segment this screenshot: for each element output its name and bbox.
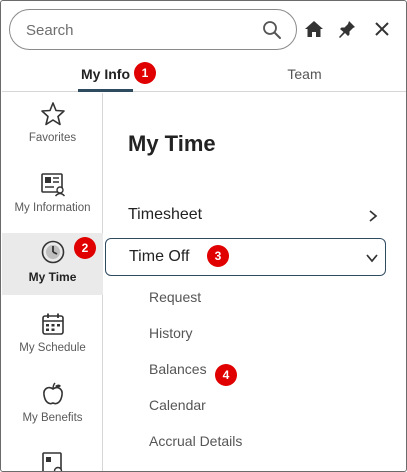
sidebar-item-label: My Schedule — [19, 342, 86, 354]
sidebar-item-label: Favorites — [28, 132, 77, 144]
tab-bar: My Info Team — [2, 57, 406, 92]
callout-badge-2: 2 — [74, 237, 96, 259]
search-box[interactable] — [9, 9, 297, 50]
timesheet-label: Timesheet — [128, 206, 203, 223]
chevron-down-icon — [366, 254, 378, 263]
sidebar-item-label: My Information — [14, 202, 91, 214]
time-off-label: Time Off — [129, 248, 190, 265]
clock-icon — [41, 240, 65, 264]
callout-badge-3: 3 — [207, 245, 229, 267]
callout-badge-1: 1 — [134, 62, 156, 84]
tab-my-info[interactable]: My Info — [78, 57, 133, 92]
submenu-item-accrual-details[interactable]: Accrual Details — [149, 433, 242, 449]
star-icon — [41, 102, 65, 126]
id-card-icon — [41, 173, 66, 197]
tab-team[interactable]: Team — [277, 57, 332, 92]
sidebar-item-label: My Benefits — [22, 412, 83, 424]
callout-badge-4: 4 — [215, 364, 237, 386]
timesheet-row[interactable]: Timesheet — [105, 197, 386, 235]
apple-icon — [43, 382, 63, 405]
sidebar-item-label: My Time — [28, 270, 77, 284]
home-icon[interactable] — [304, 19, 324, 39]
menu-panel: My Info Team 1 Favorites My Information — [0, 0, 407, 472]
search-input[interactable] — [26, 19, 256, 41]
sidebar-item-favorites[interactable]: Favorites — [2, 95, 103, 157]
time-off-row[interactable]: Time Off — [105, 238, 386, 276]
search-icon[interactable] — [262, 20, 282, 40]
chevron-right-icon — [369, 210, 378, 222]
close-icon[interactable] — [372, 19, 392, 39]
sidebar-item-my-benefits[interactable]: My Benefits — [2, 375, 103, 437]
document-icon — [42, 452, 63, 471]
sidebar-item-my-schedule[interactable]: My Schedule — [2, 305, 103, 367]
submenu-item-history[interactable]: History — [149, 325, 193, 341]
submenu-item-balances[interactable]: Balances — [149, 361, 207, 377]
sidebar: Favorites My Information My Time My Sche… — [2, 93, 103, 471]
page-title: My Time — [128, 131, 216, 156]
calendar-icon — [42, 313, 64, 335]
sidebar-item-my-information[interactable]: My Information — [2, 165, 103, 227]
submenu-item-request[interactable]: Request — [149, 289, 201, 305]
pin-icon[interactable] — [337, 19, 357, 39]
submenu-item-calendar[interactable]: Calendar — [149, 397, 206, 413]
